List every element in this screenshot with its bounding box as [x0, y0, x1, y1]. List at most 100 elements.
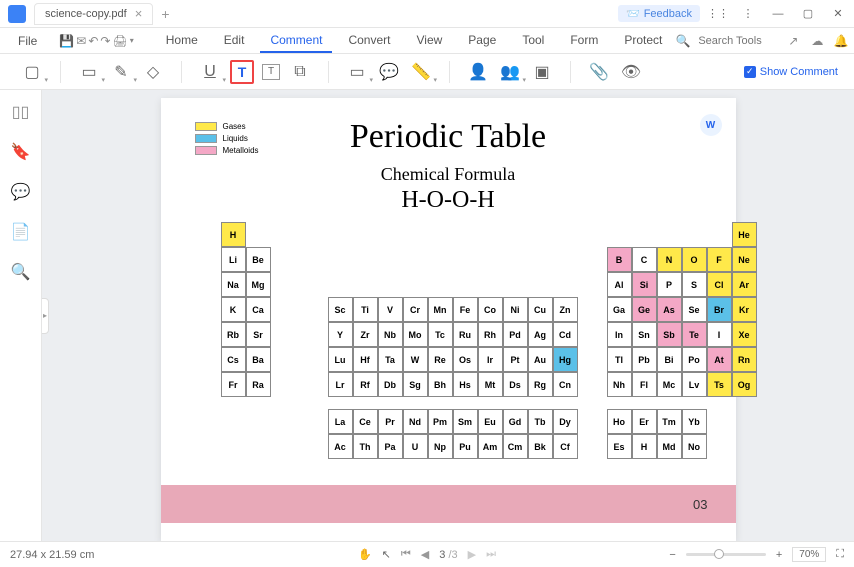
element-In: In — [607, 322, 632, 347]
element-La: La — [328, 409, 353, 434]
menu-tab-protect[interactable]: Protect — [614, 29, 672, 53]
comments-icon[interactable]: 💬 — [11, 182, 31, 202]
element-Fr: Fr — [221, 372, 246, 397]
element-Mg: Mg — [246, 272, 271, 297]
content-area: ▸ W Gases Liquids Metalloids Periodic Ta… — [42, 90, 854, 541]
measure-tool[interactable]: 📏▾ — [409, 60, 433, 84]
select-tool-icon[interactable]: ↖ — [382, 548, 391, 561]
close-tab-icon[interactable]: × — [135, 6, 143, 21]
callout-tool[interactable]: ⧉ — [288, 60, 312, 84]
maximize-button[interactable]: ▢ — [796, 2, 820, 26]
element-W: W — [403, 347, 428, 372]
note-tool[interactable]: ▢▾ — [20, 60, 44, 84]
zoom-in-icon[interactable]: + — [776, 549, 782, 561]
element-P: P — [657, 272, 682, 297]
current-page[interactable]: 3 — [439, 549, 445, 561]
bookmarks-icon[interactable]: 🔖 — [11, 142, 31, 162]
menubar: File 💾 ✉ ↶ ↷ 🖨 ▾ HomeEditCommentConvertV… — [0, 28, 854, 54]
menu-tab-form[interactable]: Form — [560, 29, 608, 53]
element-Nd: Nd — [403, 409, 428, 434]
add-tab-icon[interactable]: + — [161, 6, 169, 22]
mail-icon[interactable]: ✉ — [76, 32, 86, 50]
element-Os: Os — [453, 347, 478, 372]
hide-tool[interactable]: 👁 — [619, 60, 643, 84]
menu-tab-tool[interactable]: Tool — [512, 29, 554, 53]
attachments-icon[interactable]: 📄 — [11, 222, 31, 242]
menu-tab-page[interactable]: Page — [458, 29, 506, 53]
sidebar: ▯▯ 🔖 💬 📄 🔍 — [0, 90, 42, 541]
element-No: No — [682, 434, 707, 459]
save-icon[interactable]: 💾 — [59, 32, 74, 50]
element-Rg: Rg — [528, 372, 553, 397]
highlight-tool[interactable]: ▭▾ — [77, 60, 101, 84]
prev-page-icon[interactable]: ◀ — [421, 548, 429, 561]
element-Re: Re — [428, 347, 453, 372]
element-Te: Te — [682, 322, 707, 347]
menu-tab-convert[interactable]: Convert — [338, 29, 400, 53]
element-Gd: Gd — [503, 409, 528, 434]
help-icon[interactable]: 🔔 — [832, 32, 850, 50]
element-B: B — [607, 247, 632, 272]
element-Hs: Hs — [453, 372, 478, 397]
typewriter-tool[interactable]: T — [230, 60, 254, 84]
menu-tab-edit[interactable]: Edit — [214, 29, 255, 53]
element-Ge: Ge — [632, 297, 657, 322]
zoom-slider[interactable] — [686, 553, 766, 556]
stamp-tool[interactable]: 👤 — [466, 60, 490, 84]
element-N: N — [657, 247, 682, 272]
zoom-value[interactable]: 70% — [792, 547, 826, 562]
word-badge-icon[interactable]: W — [700, 114, 722, 136]
menu-tab-home[interactable]: Home — [156, 29, 208, 53]
search-icon[interactable]: 🔍 — [674, 32, 692, 50]
legend-liquids: Liquids — [223, 134, 248, 143]
eraser-tool[interactable]: ◇ — [141, 60, 165, 84]
settings-icon[interactable]: ⋮⋮ — [706, 2, 730, 26]
element-V: V — [378, 297, 403, 322]
element-Lu: Lu — [328, 347, 353, 372]
element-Th: Th — [353, 434, 378, 459]
undo-icon[interactable]: ↶ — [88, 32, 98, 50]
chevron-down-icon[interactable]: ▾ — [130, 32, 134, 50]
search-panel-icon[interactable]: 🔍 — [11, 262, 31, 282]
element-Er: Er — [632, 409, 657, 434]
text-box-tool[interactable]: T — [262, 64, 280, 80]
fit-page-icon[interactable]: ⛶ — [836, 548, 844, 561]
element-O: O — [682, 247, 707, 272]
element-Rn: Rn — [732, 347, 757, 372]
legend-metalloids: Metalloids — [223, 146, 259, 155]
menu-tab-view[interactable]: View — [406, 29, 452, 53]
redo-icon[interactable]: ↷ — [100, 32, 110, 50]
shape-tool[interactable]: ▭▾ — [345, 60, 369, 84]
first-page-icon[interactable]: ⏮ — [401, 548, 411, 561]
close-button[interactable]: ✕ — [826, 2, 850, 26]
next-page-icon[interactable]: ▶ — [468, 548, 476, 561]
signature-tool[interactable]: 👥▾ — [498, 60, 522, 84]
comment-tool[interactable]: 💬 — [377, 60, 401, 84]
element-Zr: Zr — [353, 322, 378, 347]
element-Mo: Mo — [403, 322, 428, 347]
last-page-icon[interactable]: ⏭ — [486, 548, 496, 561]
user-icon[interactable]: ⋮ — [736, 2, 760, 26]
thumbnails-icon[interactable]: ▯▯ — [11, 102, 31, 122]
file-menu[interactable]: File — [8, 30, 47, 52]
underline-tool[interactable]: U▾ — [198, 60, 222, 84]
element-Ir: Ir — [478, 347, 503, 372]
element-As: As — [657, 297, 682, 322]
element-Cm: Cm — [503, 434, 528, 459]
feedback-button[interactable]: 📨 Feedback — [618, 5, 700, 22]
show-comment-toggle[interactable]: ✓ Show Comment — [744, 66, 838, 78]
hand-tool-icon[interactable]: ✋ — [358, 548, 372, 561]
search-input[interactable] — [698, 35, 778, 47]
share-icon[interactable]: ↗ — [784, 32, 802, 50]
attachment-tool[interactable]: 📎 — [587, 60, 611, 84]
print-icon[interactable]: 🖨 — [112, 32, 127, 50]
document-tab[interactable]: science-copy.pdf × — [34, 3, 153, 25]
minimize-button[interactable]: — — [766, 2, 790, 26]
element-Pm: Pm — [428, 409, 453, 434]
zoom-out-icon[interactable]: − — [669, 549, 675, 561]
stamp2-tool[interactable]: ▣ — [530, 60, 554, 84]
menu-tab-comment[interactable]: Comment — [260, 29, 332, 53]
cloud-icon[interactable]: ☁ — [808, 32, 826, 50]
pencil-tool[interactable]: ✎▾ — [109, 60, 133, 84]
expand-handle[interactable]: ▸ — [42, 298, 49, 334]
